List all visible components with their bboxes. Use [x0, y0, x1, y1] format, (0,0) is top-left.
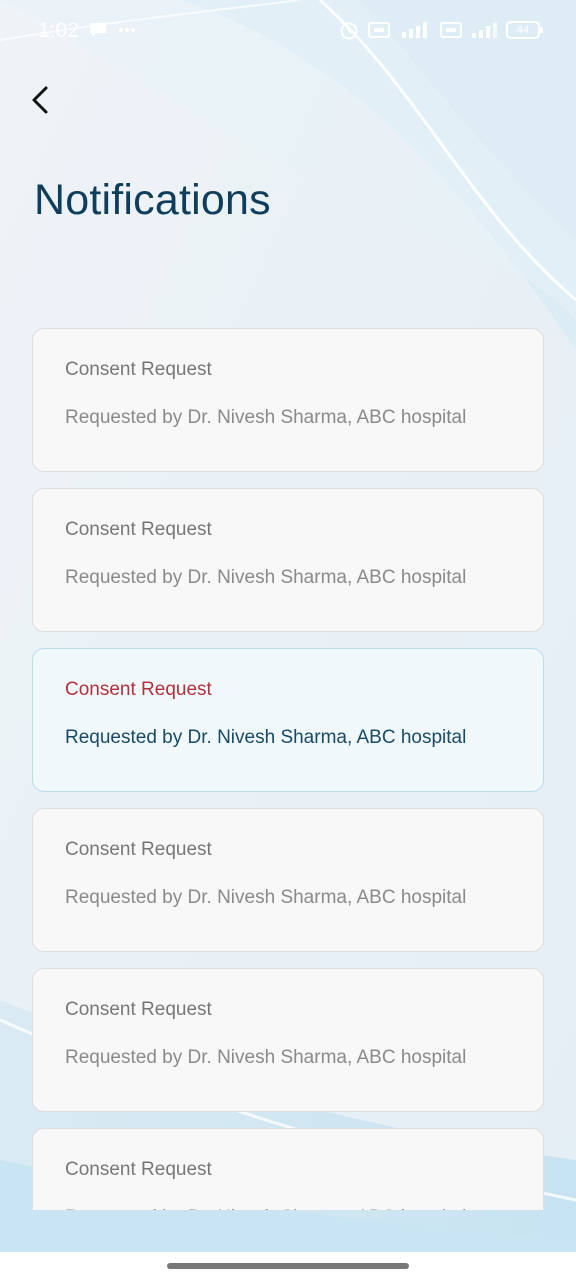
notification-subtitle: Requested by Dr. Nivesh Sharma, ABC hosp… [65, 567, 467, 588]
battery-level: 44 [516, 24, 530, 36]
notification-title: Consent Request [65, 1159, 212, 1180]
notification-title: Consent Request [65, 519, 212, 540]
notification-title: Consent Request [65, 679, 212, 700]
chevron-left-icon [32, 86, 48, 114]
notification-subtitle: Requested by Dr. Nivesh Sharma, ABC hosp… [65, 1207, 511, 1210]
notification-card[interactable]: Consent Request Requested by Dr. Nivesh S… [32, 968, 544, 1112]
notification-card[interactable]: Consent Request Requested by Dr. Nivesh S… [32, 648, 544, 792]
home-indicator[interactable] [167, 1263, 409, 1269]
back-button[interactable] [18, 78, 62, 122]
signal-4g-icon [402, 22, 427, 38]
notification-title: Consent Request [65, 839, 212, 860]
network-volte-icon [440, 22, 462, 38]
notification-list[interactable]: Consent Request Requested by Dr. Nivesh S… [0, 300, 576, 1210]
status-time: 1:02 [38, 19, 79, 42]
signal-icon [472, 22, 497, 38]
page-title: Notifications [34, 176, 271, 224]
status-bar: 1:02 44 [0, 0, 576, 62]
alarm-icon [340, 22, 358, 40]
notification-subtitle: Requested by Dr. Nivesh Sharma, ABC hosp… [65, 727, 467, 748]
battery-icon: 44 [506, 21, 543, 39]
notification-title: Consent Request [65, 999, 212, 1020]
notification-title: Consent Request [65, 359, 212, 380]
notification-card[interactable]: Consent Request Requested by Dr. Nivesh S… [32, 1128, 544, 1210]
notification-subtitle: Requested by Dr. Nivesh Sharma, ABC hosp… [65, 407, 467, 428]
chat-bubble-icon [90, 23, 106, 37]
notification-subtitle: Requested by Dr. Nivesh Sharma, ABC hosp… [65, 887, 467, 908]
notification-card[interactable]: Consent Request Requested by Dr. Nivesh S… [32, 488, 544, 632]
notification-card[interactable]: Consent Request Requested by Dr. Nivesh S… [32, 808, 544, 952]
more-dots-icon [119, 28, 135, 32]
notification-card[interactable]: Consent Request Requested by Dr. Nivesh S… [32, 328, 544, 472]
network-volte-icon [368, 22, 390, 38]
notification-subtitle: Requested by Dr. Nivesh Sharma, ABC hosp… [65, 1047, 467, 1068]
